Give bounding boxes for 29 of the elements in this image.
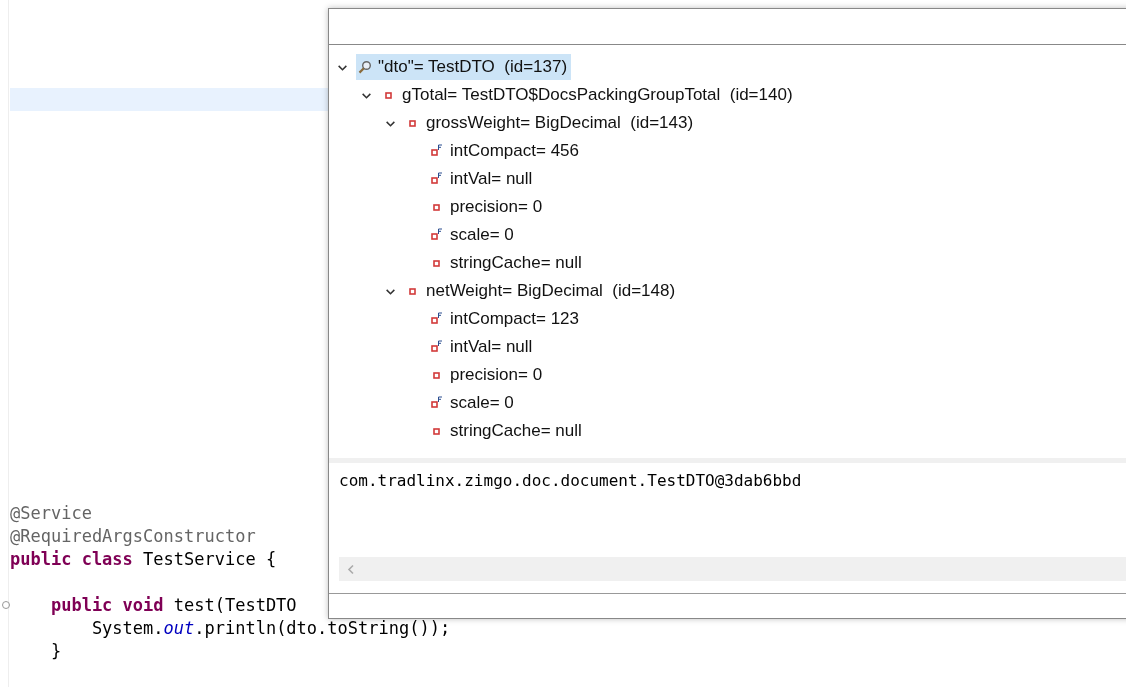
search-icon	[358, 60, 372, 74]
detail-text: com.tradlinx.zimgo.doc.document.TestDTO@3dab6bbd	[339, 471, 803, 492]
final-field-icon	[430, 340, 444, 354]
final-field-icon	[430, 228, 444, 242]
horizontal-scrollbar[interactable]	[339, 557, 1126, 581]
tree-item[interactable]: precision= 0	[428, 194, 547, 220]
tree-item[interactable]: scale= 0	[428, 390, 518, 416]
tree-item[interactable]: stringCache= null	[428, 418, 586, 444]
code-line: System.out.println(dto.toString());	[90, 617, 451, 640]
tree-item[interactable]: grossWeight= BigDecimal (id=143)	[404, 110, 698, 136]
tree-item[interactable]: precision= 0	[428, 362, 547, 388]
tree-item[interactable]: intCompact= 456	[428, 138, 583, 164]
code-line: }	[49, 640, 62, 663]
code-line: @Service	[10, 502, 92, 525]
code-line: @RequiredArgsConstructor	[10, 525, 256, 548]
final-field-icon	[430, 144, 444, 158]
final-field-icon	[430, 396, 444, 410]
final-field-icon	[430, 172, 444, 186]
tree-item[interactable]: gTotal= TestDTO$DocsPackingGroupTotal (id=140)	[380, 82, 797, 108]
code-line: public void test(TestDTO	[49, 594, 298, 617]
tree-item[interactable]: "dto"= TestDTO (id=137)	[356, 54, 572, 80]
code-line: public class TestService {	[10, 548, 277, 571]
tree-item[interactable]: intVal= null	[428, 334, 537, 360]
tree-item[interactable]: intVal= null	[428, 166, 537, 192]
tree-item[interactable]: intCompact= 123	[428, 306, 583, 332]
tree-item[interactable]: stringCache= null	[428, 250, 586, 276]
final-field-icon	[430, 312, 444, 326]
tree-item[interactable]: scale= 0	[428, 222, 518, 248]
tree-item[interactable]: netWeight= BigDecimal (id=148)	[404, 278, 680, 304]
